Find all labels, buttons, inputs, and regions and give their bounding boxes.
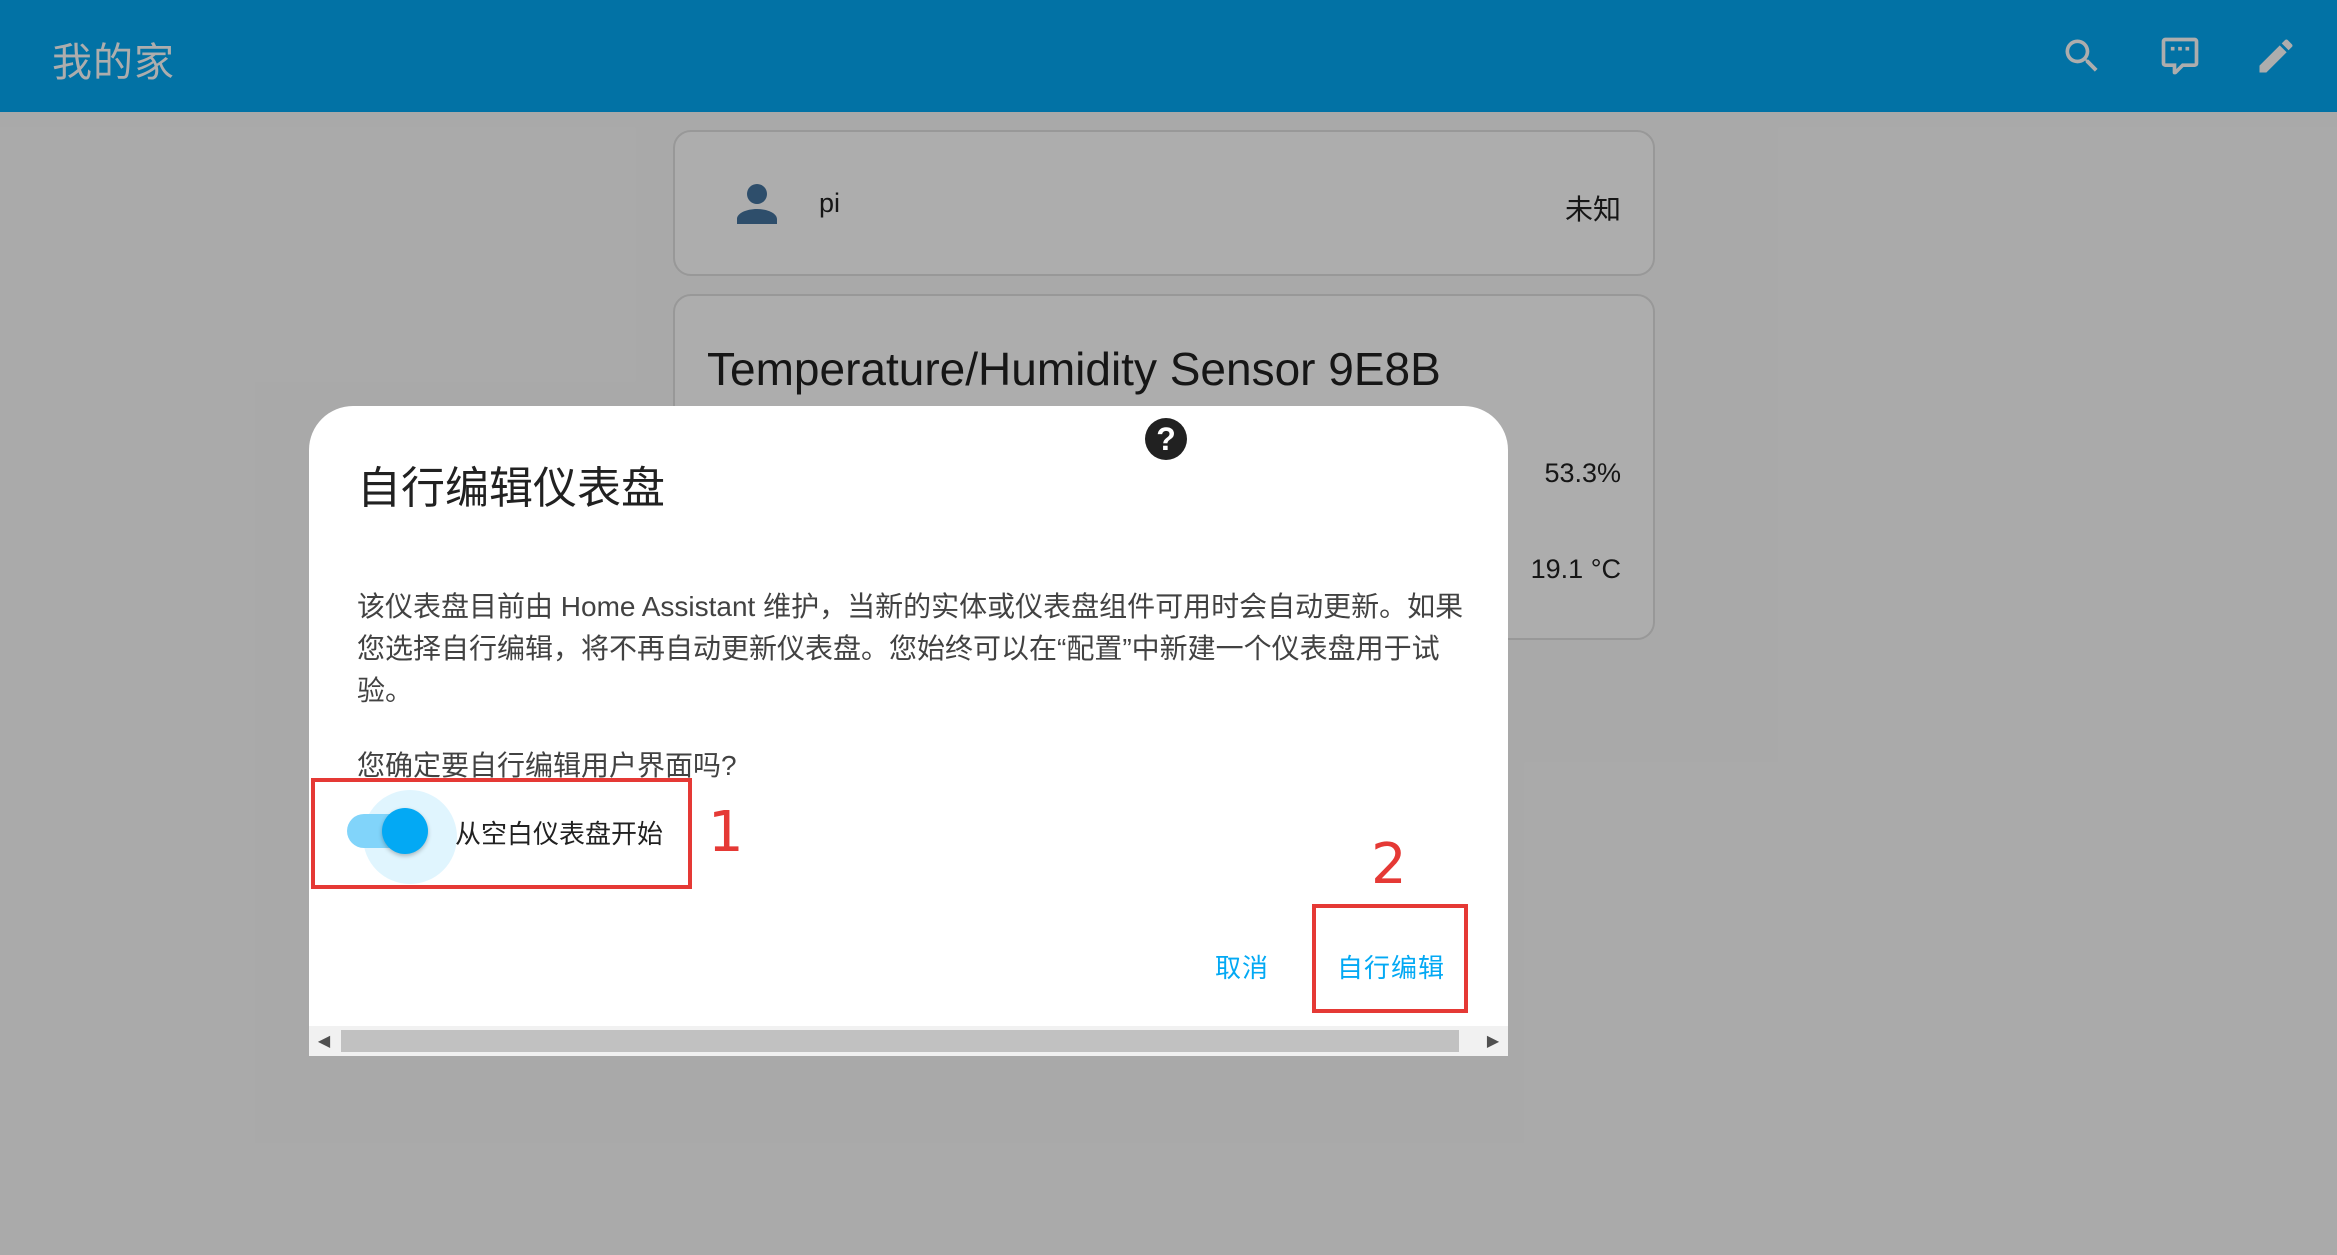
annotation-box-2: [1312, 904, 1468, 1013]
dialog-description: 该仪表盘目前由 Home Assistant 维护，当新的实体或仪表盘组件可用时…: [357, 591, 1464, 706]
scroll-left-arrow-icon[interactable]: ◀: [309, 1026, 339, 1056]
app-root: 我的家 pi 未知 Temperature/Humidity Sensor 9E…: [0, 0, 2337, 1255]
cancel-button[interactable]: 取消: [1215, 948, 1269, 985]
help-icon[interactable]: ?: [1145, 418, 1187, 460]
scrollbar-thumb[interactable]: [341, 1030, 1459, 1052]
annotation-number-1: 1: [708, 800, 744, 865]
dialog-title: 自行编辑仪表盘: [357, 464, 665, 513]
horizontal-scrollbar[interactable]: ◀ ▶: [309, 1026, 1508, 1056]
scroll-right-arrow-icon[interactable]: ▶: [1478, 1026, 1508, 1056]
annotation-box-1: [311, 778, 692, 889]
annotation-number-2: 2: [1371, 832, 1407, 897]
